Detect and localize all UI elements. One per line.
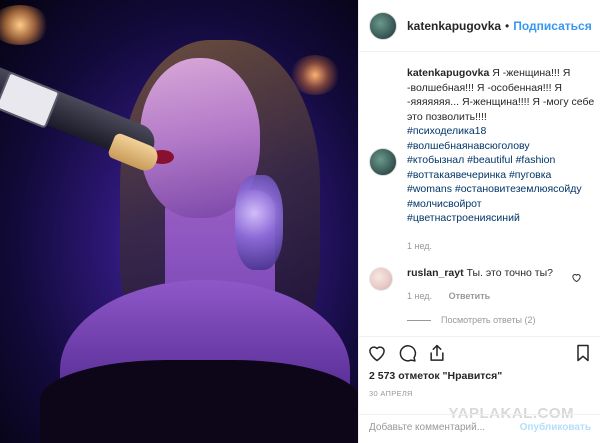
add-comment-bar: Добавьте комментарий... Опубликовать xyxy=(359,414,600,443)
view-replies-label: Посмотреть ответы (2) xyxy=(441,315,536,325)
separator-dot: • xyxy=(505,18,510,33)
hashtag-list: #психоделика18 #волшебнаянавсюголову #кт… xyxy=(407,124,595,226)
comment-text-block: ruslan_rayt Ты. это точно ты? xyxy=(407,267,553,291)
comment-text: Ты. это точно ты? xyxy=(466,267,553,279)
replies-line xyxy=(407,319,431,321)
hashtag-link[interactable]: #воттакаявечеринка #пуговка xyxy=(407,168,595,183)
post-sidebar: katenkapugovka • Подписаться katenkapugo… xyxy=(358,0,600,443)
post-header: katenkapugovka • Подписаться xyxy=(359,0,600,52)
comment-bubble-icon[interactable] xyxy=(397,343,417,363)
caption-timestamp[interactable]: 1 нед. xyxy=(407,241,432,251)
post-date[interactable]: 30 АПРЕЛЯ xyxy=(369,389,413,398)
hashtag-link[interactable]: #ктобызнал #beautiful #fashion xyxy=(407,153,595,168)
bookmark-icon[interactable] xyxy=(573,343,593,363)
hashtag-link[interactable]: #молчисвойрот xyxy=(407,197,595,212)
caption: katenkapugovka Я -женщина!!! Я -волшебна… xyxy=(369,66,595,226)
comment-item: ruslan_rayt Ты. это точно ты? xyxy=(369,267,595,291)
publish-button[interactable]: Опубликовать xyxy=(520,422,591,433)
likes-count[interactable]: 2 573 отметок "Нравится" xyxy=(369,370,502,382)
comment-timestamp[interactable]: 1 нед. xyxy=(407,291,432,301)
action-icons xyxy=(367,343,457,363)
view-replies-button[interactable]: Посмотреть ответы (2) xyxy=(407,315,536,325)
reply-button[interactable]: Ответить xyxy=(449,291,491,301)
author-avatar[interactable] xyxy=(369,11,397,40)
like-heart-icon[interactable] xyxy=(367,343,387,363)
comment-input[interactable]: Добавьте комментарий... xyxy=(369,422,485,433)
hashtag-link[interactable]: #цветнастроениясиний xyxy=(407,211,595,226)
caption-avatar[interactable] xyxy=(369,148,397,176)
author-username[interactable]: katenkapugovka xyxy=(407,19,501,33)
comment-meta: 1 нед. Ответить xyxy=(407,291,490,301)
post-actions: 2 573 отметок "Нравится" 30 АПРЕЛЯ xyxy=(359,336,600,406)
caption-body: katenkapugovka Я -женщина!!! Я -волшебна… xyxy=(407,66,595,226)
caption-username[interactable]: katenkapugovka xyxy=(407,67,489,79)
hashtag-link[interactable]: #волшебнаянавсюголову xyxy=(407,139,595,154)
commenter-username[interactable]: ruslan_rayt xyxy=(407,267,464,279)
hashtag-link[interactable]: #womans #остановитеземлюясойду xyxy=(407,182,595,197)
share-icon[interactable] xyxy=(427,343,447,363)
post-photo[interactable] xyxy=(0,0,358,443)
comment-like-icon[interactable] xyxy=(571,272,582,283)
photo-earring xyxy=(235,175,283,270)
follow-button[interactable]: Подписаться xyxy=(513,19,591,33)
hashtag-link[interactable]: #психоделика18 xyxy=(407,124,595,139)
background-light xyxy=(0,5,50,45)
photo-dress xyxy=(40,360,358,443)
commenter-avatar[interactable] xyxy=(369,267,393,291)
